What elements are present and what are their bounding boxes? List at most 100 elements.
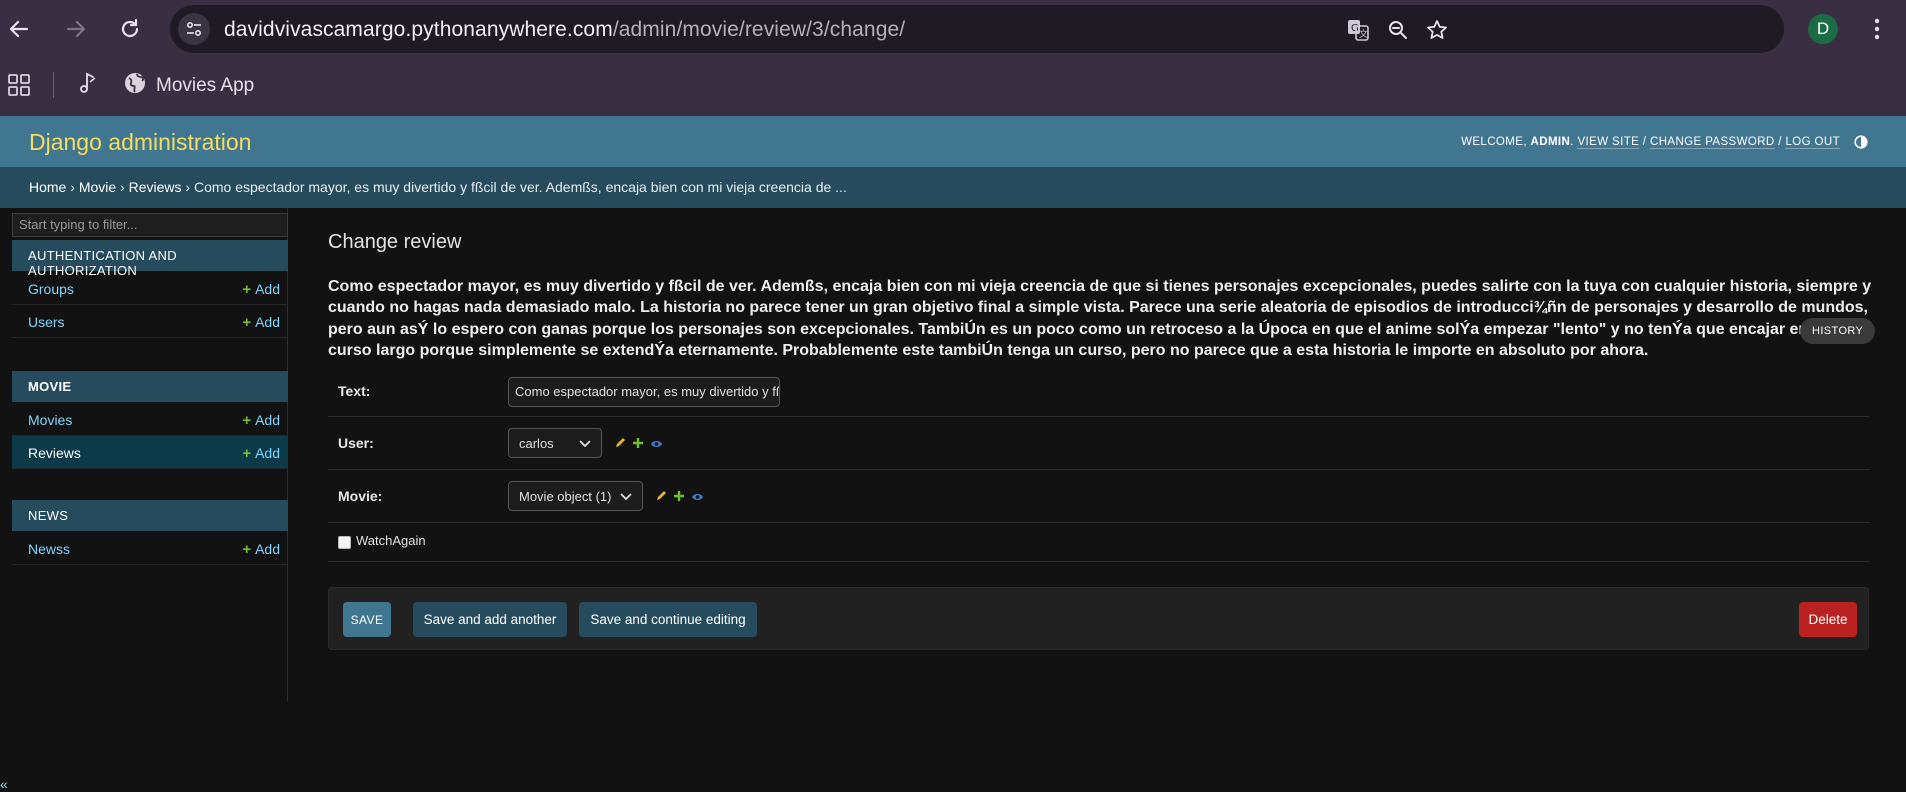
edit-movie-icon[interactable] xyxy=(655,489,667,507)
add-reviews-link[interactable]: + Add xyxy=(242,445,280,462)
url-host: davidvivascamargo.pythonanywhere.com xyxy=(224,18,613,41)
add-newss-link[interactable]: + Add xyxy=(242,541,280,558)
sidebar-item-users: Users + Add xyxy=(12,305,288,338)
add-label: Add xyxy=(255,541,280,557)
breadcrumb-home[interactable]: Home xyxy=(29,179,66,195)
bookmark-label: Movies App xyxy=(156,75,255,96)
back-icon[interactable] xyxy=(3,13,35,45)
text-label: Text: xyxy=(338,383,371,399)
add-icon: + xyxy=(242,281,252,298)
sidebar-item-groups: Groups + Add xyxy=(12,272,288,305)
welcome-text: WELCOME, xyxy=(1461,136,1527,148)
bookmark-music[interactable] xyxy=(76,70,98,102)
chevron-down-icon xyxy=(620,489,632,504)
svg-text:G: G xyxy=(1351,23,1359,34)
theme-toggle-icon[interactable] xyxy=(1854,135,1868,149)
model-link-newss[interactable]: Newss xyxy=(28,541,70,557)
user-select-value: carlos xyxy=(519,435,554,451)
add-movies-link[interactable]: + Add xyxy=(242,412,280,429)
form-row-watchagain: WatchAgain xyxy=(328,523,1869,562)
movie-select[interactable]: Movie object (1) xyxy=(508,481,643,511)
forward-icon[interactable] xyxy=(60,13,92,45)
bookmarks-bar: Movies App xyxy=(0,58,1906,116)
user-related-actions xyxy=(614,436,663,454)
browser-toolbar: davidvivascamargo.pythonanywhere.com/adm… xyxy=(0,0,1906,58)
add-icon: + xyxy=(242,412,252,429)
site-info-icon[interactable] xyxy=(178,13,210,45)
breadcrumb-model[interactable]: Reviews xyxy=(129,179,182,195)
url-path: /admin/movie/review/3/change/ xyxy=(612,18,906,41)
add-users-link[interactable]: + Add xyxy=(242,314,280,331)
add-movie-icon[interactable] xyxy=(673,489,685,507)
view-movie-icon[interactable] xyxy=(691,489,704,507)
form-row-text: Text: Como espectador mayor, es muy dive… xyxy=(328,368,1869,417)
address-bar[interactable]: davidvivascamargo.pythonanywhere.com/adm… xyxy=(170,5,1784,53)
view-user-icon[interactable] xyxy=(650,436,663,454)
globe-icon xyxy=(124,72,146,100)
breadcrumb-app[interactable]: Movie xyxy=(79,179,116,195)
add-label: Add xyxy=(255,314,280,330)
delete-button[interactable]: Delete xyxy=(1799,602,1857,637)
model-link-reviews[interactable]: Reviews xyxy=(28,445,81,461)
view-site-link[interactable]: VIEW SITE xyxy=(1577,136,1640,149)
translate-icon[interactable]: G文 xyxy=(1345,17,1371,43)
username: ADMIN xyxy=(1530,136,1571,148)
edit-user-icon[interactable] xyxy=(614,436,626,454)
history-button[interactable]: HISTORY xyxy=(1800,318,1876,344)
add-label: Add xyxy=(255,445,280,461)
page-title: Change review xyxy=(328,231,462,253)
site-branding[interactable]: Django administration xyxy=(29,129,251,156)
reload-icon[interactable] xyxy=(114,13,146,45)
sidebar-item-newss: Newss + Add xyxy=(12,532,288,565)
star-icon[interactable] xyxy=(1424,17,1450,43)
add-icon: + xyxy=(242,541,252,558)
url-text[interactable]: davidvivascamargo.pythonanywhere.com/adm… xyxy=(224,18,905,42)
apps-grid-icon[interactable] xyxy=(8,74,30,101)
nav-sidebar: Start typing to filter... AUTHENTICATION… xyxy=(0,208,288,792)
user-select[interactable]: carlos xyxy=(508,428,602,458)
watchagain-checkbox[interactable] xyxy=(338,536,351,549)
sidebar-item-movies: Movies + Add xyxy=(12,403,288,436)
model-link-users[interactable]: Users xyxy=(28,314,65,330)
menu-icon[interactable] xyxy=(1862,14,1892,44)
form-row-movie: Movie: Movie object (1) xyxy=(328,470,1869,523)
sidebar-item-reviews: Reviews + Add xyxy=(12,436,288,469)
module-spacer xyxy=(12,338,288,340)
add-user-icon[interactable] xyxy=(632,436,644,454)
toggle-nav-sidebar[interactable]: « xyxy=(0,776,8,792)
breadcrumb: Home › Movie › Reviews › Como espectador… xyxy=(0,167,1906,208)
bookmark-movies-app[interactable]: Movies App xyxy=(124,70,254,102)
add-groups-link[interactable]: + Add xyxy=(242,281,280,298)
model-link-groups[interactable]: Groups xyxy=(28,281,74,297)
module-caption-movie[interactable]: MOVIE xyxy=(12,371,288,402)
music-icon xyxy=(76,70,98,102)
profile-avatar[interactable]: D xyxy=(1808,14,1838,44)
nav-filter-input[interactable]: Start typing to filter... xyxy=(12,213,288,237)
object-subtitle: Como espectador mayor, es muy divertido … xyxy=(328,278,1872,359)
add-icon: + xyxy=(242,314,252,331)
watchagain-label[interactable]: WatchAgain xyxy=(356,533,426,548)
save-and-add-another-button[interactable]: Save and add another xyxy=(413,602,567,637)
chevron-down-icon xyxy=(579,436,591,451)
breadcrumb-current: Como espectador mayor, es muy divertido … xyxy=(193,179,847,195)
model-link-movies[interactable]: Movies xyxy=(28,412,72,428)
change-password-link[interactable]: CHANGE PASSWORD xyxy=(1650,136,1775,149)
module-caption-auth[interactable]: AUTHENTICATION AND AUTHORIZATION xyxy=(12,240,288,278)
form-row-user: User: carlos xyxy=(328,417,1869,470)
movie-label: Movie: xyxy=(338,488,383,504)
module-caption-news[interactable]: NEWS xyxy=(12,500,288,531)
text-field[interactable]: Como espectador mayor, es muy divertido … xyxy=(508,377,780,407)
user-label: User: xyxy=(338,435,374,451)
bookmarks-divider xyxy=(53,72,54,98)
add-label: Add xyxy=(255,281,280,297)
svg-text:文: 文 xyxy=(1359,28,1368,40)
save-button[interactable]: SAVE xyxy=(343,602,391,637)
add-label: Add xyxy=(255,412,280,428)
save-and-continue-button[interactable]: Save and continue editing xyxy=(579,602,757,637)
movie-select-value: Movie object (1) xyxy=(519,488,612,504)
user-tools: WELCOME, ADMIN. VIEW SITE / CHANGE PASSW… xyxy=(1461,135,1868,149)
movie-related-actions xyxy=(655,489,704,507)
zoom-icon[interactable] xyxy=(1385,17,1411,43)
add-icon: + xyxy=(242,445,252,462)
log-out-link[interactable]: LOG OUT xyxy=(1785,136,1840,149)
